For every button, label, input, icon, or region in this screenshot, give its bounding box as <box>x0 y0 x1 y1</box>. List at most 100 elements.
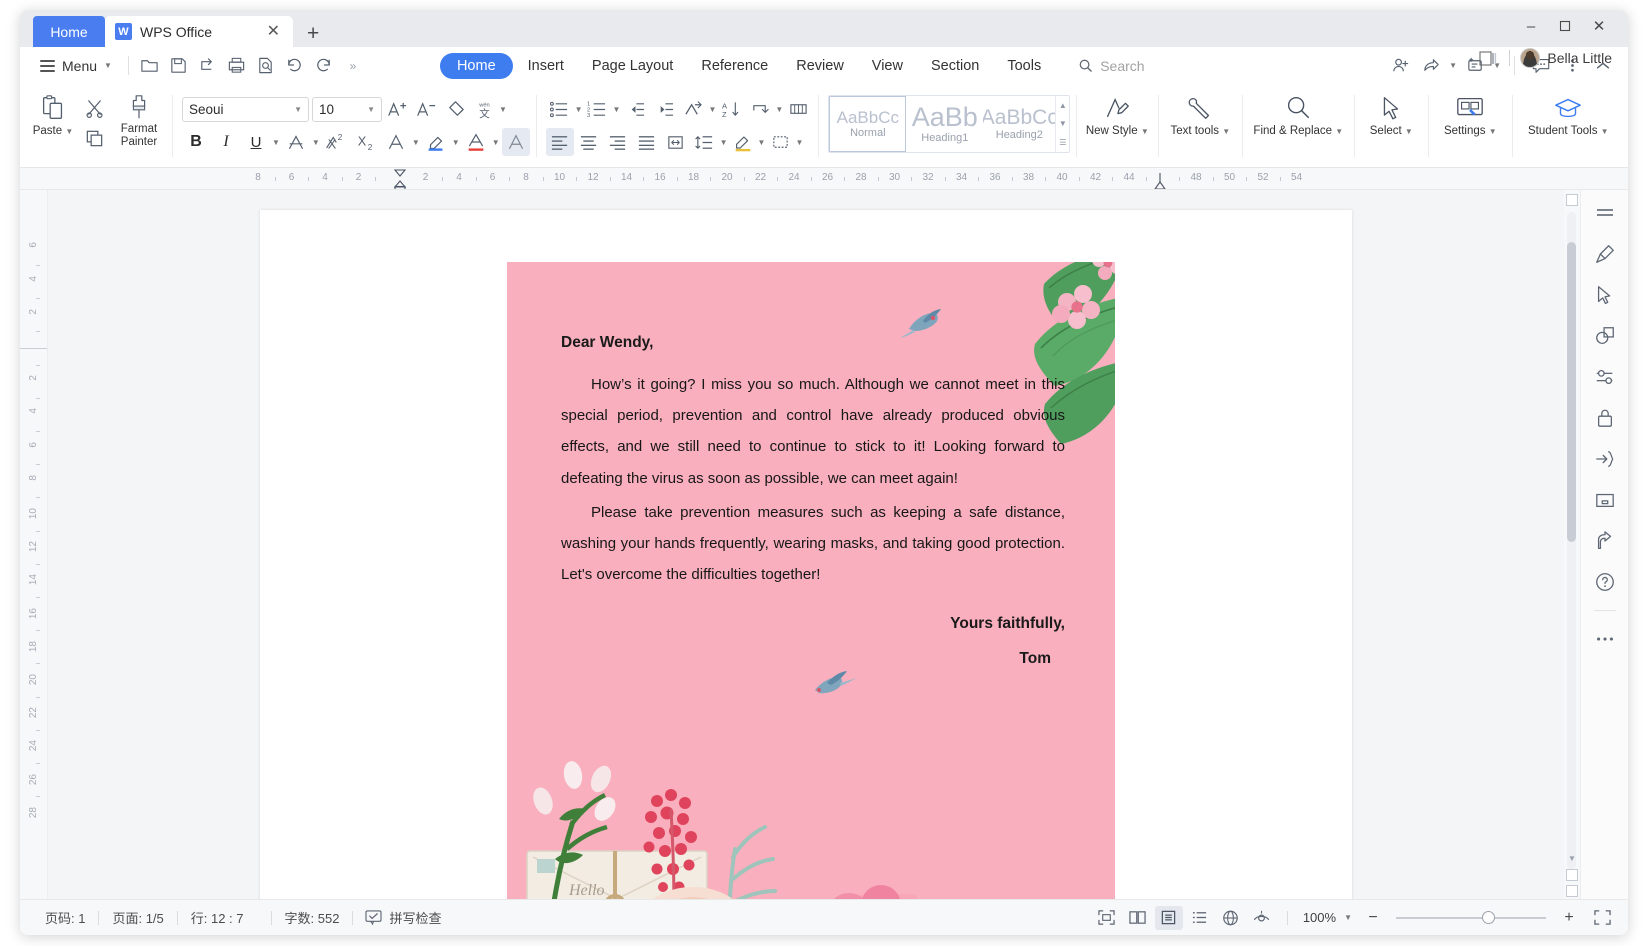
tab-review[interactable]: Review <box>783 53 857 79</box>
lock-icon[interactable] <box>1590 405 1620 431</box>
tab-reference[interactable]: Reference <box>688 53 781 79</box>
tab-view[interactable]: View <box>859 53 916 79</box>
underline-chevron-down-icon[interactable]: ▼ <box>272 138 280 147</box>
clear-formatting-icon[interactable] <box>441 95 469 123</box>
decrease-font-size-icon[interactable] <box>412 95 440 123</box>
zoom-chevron-down-icon[interactable]: ▼ <box>1344 913 1352 922</box>
help-icon[interactable] <box>1590 569 1620 595</box>
share-icon[interactable] <box>1418 54 1444 78</box>
text-effects-button[interactable] <box>382 128 410 156</box>
outline-view-icon[interactable] <box>1186 906 1214 930</box>
text-box-style-button[interactable] <box>501 128 530 156</box>
search-input[interactable]: Search <box>1078 58 1145 74</box>
tab-page-layout[interactable]: Page Layout <box>579 53 686 79</box>
page-view-icon[interactable] <box>1154 905 1183 930</box>
font-name-input[interactable]: Seoui ▼ <box>182 96 309 122</box>
align-center-button[interactable] <box>575 128 603 156</box>
maximize-button[interactable] <box>1548 14 1582 38</box>
more-quick-access-icon[interactable]: » <box>340 53 366 79</box>
lines-icon[interactable] <box>1590 200 1620 226</box>
highlight-color-button[interactable] <box>422 128 450 156</box>
document-page[interactable]: Dear Wendy, How’s it going? I miss you s… <box>260 210 1352 899</box>
marks-chevron-down-icon[interactable]: ▼ <box>775 105 783 114</box>
pinyin-guide-icon[interactable]: wén 文 <box>470 95 498 123</box>
save-icon[interactable] <box>166 53 192 79</box>
status-page-count[interactable]: 页面: 1/5 <box>99 908 176 927</box>
borders-button[interactable] <box>766 128 794 156</box>
bullet-chevron-down-icon[interactable]: ▼ <box>575 105 583 114</box>
expand-gallery-icon[interactable]: ☰ <box>1059 138 1066 147</box>
right-indent-marker[interactable] <box>1152 172 1168 190</box>
shading-chevron-down-icon[interactable]: ▼ <box>758 138 766 147</box>
scroll-up-icon[interactable]: ▲ <box>1059 101 1067 110</box>
sliders-icon[interactable] <box>1590 364 1620 390</box>
zoom-slider-knob[interactable] <box>1482 910 1495 924</box>
text-effects-chevron-down-icon[interactable]: ▼ <box>412 138 420 147</box>
document-grid-button[interactable] <box>784 95 812 123</box>
web-view-icon[interactable] <box>1217 906 1245 930</box>
show-formatting-marks-button[interactable] <box>746 95 774 123</box>
highlight-chevron-down-icon[interactable]: ▼ <box>452 138 460 147</box>
scroll-down-icon[interactable]: ▼ <box>1059 119 1067 128</box>
line-spacing-chevron-down-icon[interactable]: ▼ <box>720 138 728 147</box>
settings-button[interactable]: Settings ▼ <box>1434 89 1506 138</box>
add-user-icon[interactable] <box>1387 54 1413 78</box>
line-spacing-button[interactable] <box>691 128 719 156</box>
print-preview-icon[interactable] <box>253 53 279 79</box>
merge-chevron-down-icon[interactable]: ▼ <box>708 105 716 114</box>
tab-section[interactable]: Section <box>918 53 992 79</box>
select-button[interactable]: Select ▼ <box>1360 89 1422 138</box>
status-line-column[interactable]: 行: 12 : 7 <box>178 908 257 927</box>
chevron-down-icon[interactable]: ▼ <box>499 105 507 114</box>
textbox-icon[interactable] <box>1590 487 1620 513</box>
more-dots-icon[interactable] <box>1590 626 1620 652</box>
bracket-icon[interactable] <box>1590 446 1620 472</box>
scroll-split-box[interactable] <box>1566 194 1578 206</box>
borders-chevron-down-icon[interactable]: ▼ <box>795 138 803 147</box>
share-chevron-down-icon[interactable]: ▼ <box>1449 61 1457 70</box>
distribute-button[interactable] <box>662 128 690 156</box>
chevron-down-icon[interactable]: ▼ <box>294 105 302 114</box>
first-line-indent-marker[interactable] <box>392 168 408 190</box>
subscript-button[interactable]: X2 <box>352 128 380 156</box>
horizontal-ruler[interactable]: 8 6 4 2 2 4 6 8 10 12 14 16 18 20 22 24 26 28 30 32 34 36 38 40… <box>20 168 1628 190</box>
vertical-scrollbar[interactable]: ▲ ▼ <box>1564 190 1580 899</box>
status-page-number[interactable]: 页码: 1 <box>32 908 98 927</box>
numbered-chevron-down-icon[interactable]: ▼ <box>613 105 621 114</box>
style-normal[interactable]: AaBbCc Normal <box>829 96 907 152</box>
close-tab-icon[interactable]: ✕ <box>264 23 283 40</box>
letter-card[interactable]: Dear Wendy, How’s it going? I miss you s… <box>507 262 1115 899</box>
close-window-button[interactable]: ✕ <box>1582 14 1616 38</box>
tab-insert[interactable]: Insert <box>515 53 577 79</box>
bullet-list-button[interactable] <box>546 95 574 123</box>
style-heading1[interactable]: AaBb Heading1 <box>906 96 983 152</box>
zoom-out-button[interactable]: − <box>1363 909 1383 927</box>
new-tab-icon[interactable]: + <box>307 23 319 44</box>
font-size-input[interactable]: 10 ▼ <box>312 96 382 122</box>
style-heading2[interactable]: AaBbCc Heading2 <box>983 96 1055 152</box>
cut-icon[interactable] <box>80 94 108 122</box>
text-tools-button[interactable]: Text tools ▼ <box>1164 89 1236 138</box>
font-color-chevron-down-icon[interactable]: ▼ <box>492 138 500 147</box>
tab-tools[interactable]: Tools <box>994 53 1054 79</box>
print-icon[interactable] <box>224 53 250 79</box>
align-justify-button[interactable] <box>633 128 661 156</box>
new-style-button[interactable]: New Style ▼ <box>1082 89 1152 138</box>
minimize-button[interactable]: ‒ <box>1514 14 1548 38</box>
letter-text[interactable]: Dear Wendy, How’s it going? I miss you s… <box>561 334 1065 668</box>
numbered-list-button[interactable]: 123 <box>584 95 612 123</box>
italic-button[interactable]: I <box>212 128 240 156</box>
strikethrough-chevron-down-icon[interactable]: ▼ <box>312 138 320 147</box>
read-view-icon[interactable] <box>1248 906 1276 930</box>
previous-page-button[interactable] <box>1566 869 1578 881</box>
find-replace-button[interactable]: Find & Replace ▼ <box>1248 89 1348 138</box>
next-page-button[interactable] <box>1566 885 1578 897</box>
increase-indent-button[interactable] <box>650 95 678 123</box>
menu-button[interactable]: Menu ▼ <box>32 55 120 77</box>
full-screen-view-icon[interactable] <box>1093 906 1121 930</box>
superscript-button[interactable]: X2 <box>322 128 350 156</box>
save-as-icon[interactable] <box>195 53 221 79</box>
strikethrough-button[interactable] <box>282 128 310 156</box>
two-page-view-icon[interactable] <box>1124 906 1152 930</box>
document-tab-wps-office[interactable]: W WPS Office ✕ <box>105 16 293 47</box>
